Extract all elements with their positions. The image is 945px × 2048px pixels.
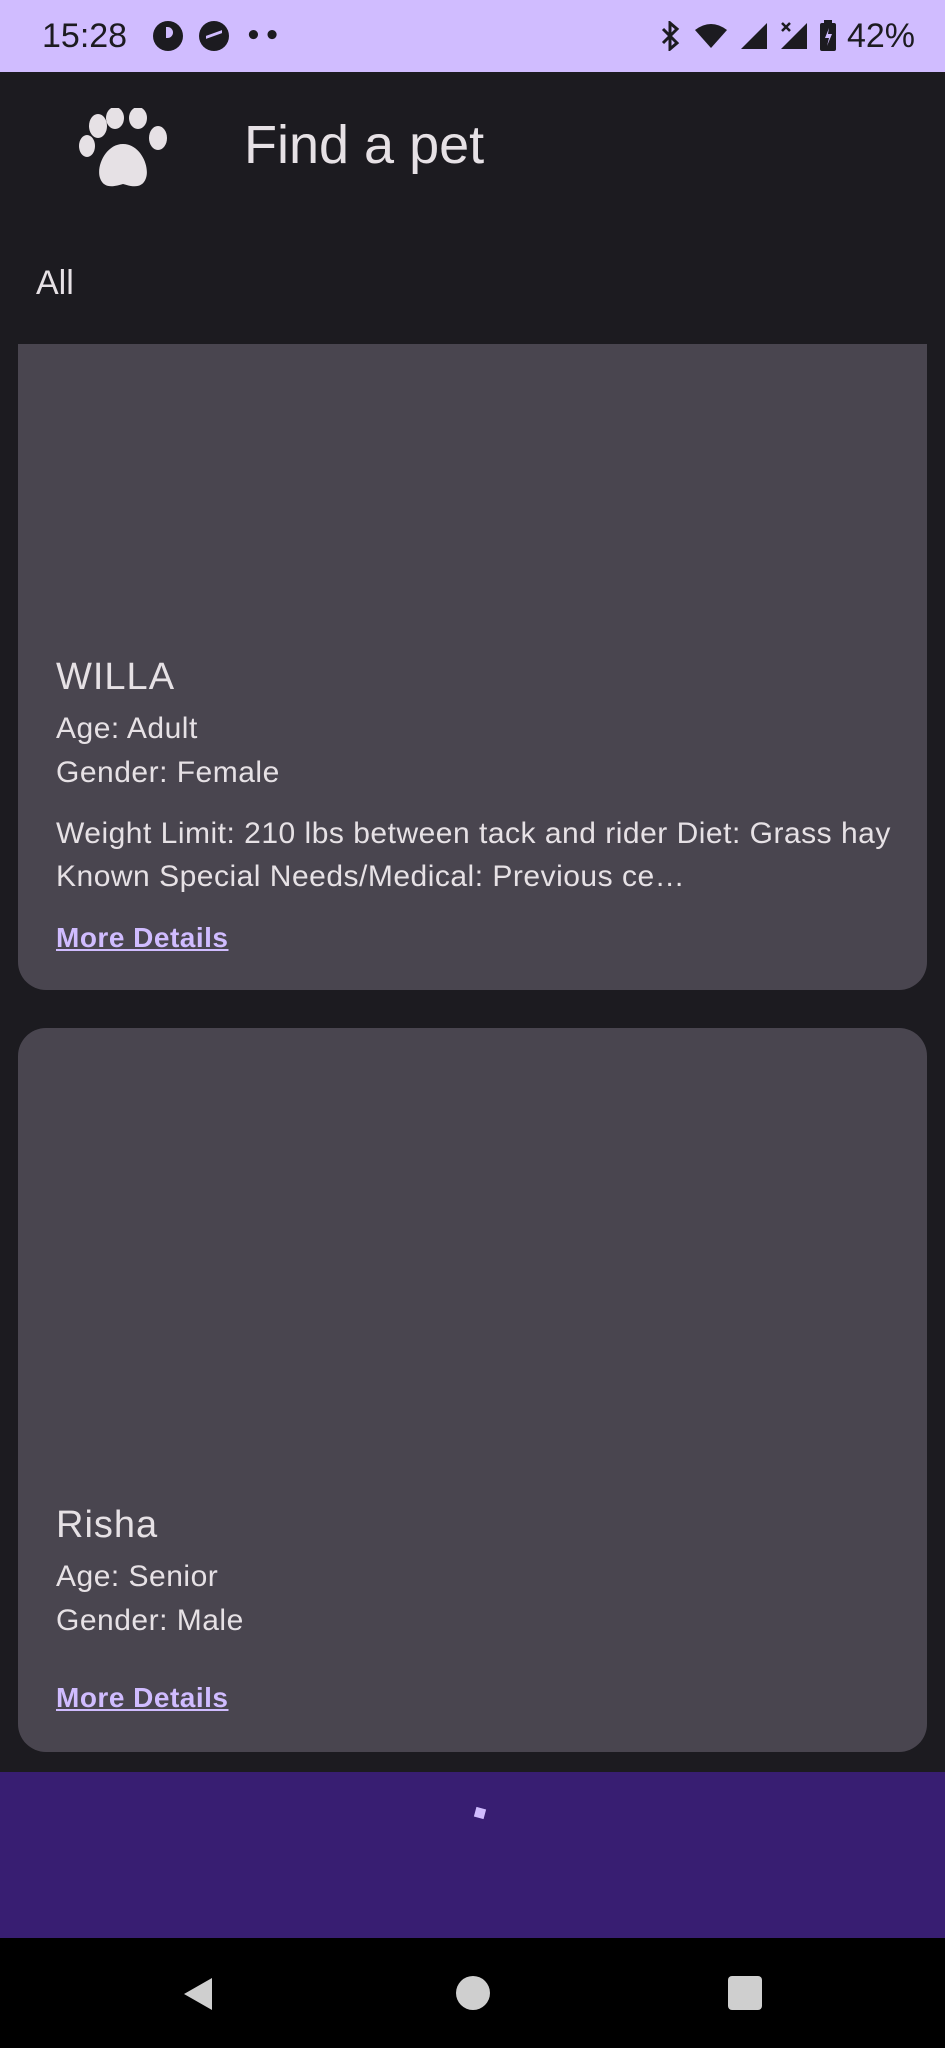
bluetooth-icon (661, 21, 680, 51)
recents-icon[interactable] (728, 1976, 762, 2010)
system-nav-bar (0, 1938, 945, 2048)
page-title: Find a pet (244, 115, 485, 175)
notification-icons: •• (153, 21, 282, 51)
app-bar: Find a pet (0, 72, 945, 228)
more-details-link[interactable]: More Details (56, 1682, 229, 1714)
filter-all[interactable]: All (36, 264, 74, 303)
system-icons: 42% (659, 17, 915, 56)
back-icon[interactable] (180, 1976, 216, 2012)
pet-card[interactable]: WILLA Age: Adult Gender: Female Weight L… (18, 344, 927, 990)
pet-name: WILLA (56, 656, 176, 698)
pet-gender: Gender: Female (56, 756, 280, 789)
home-icon[interactable] (456, 1976, 490, 2010)
pet-card[interactable]: Risha Age: Senior Gender: Male More Deta… (18, 1028, 927, 1752)
filter-row: All (0, 228, 945, 344)
signal-icon (740, 23, 767, 49)
signal-no-data-icon (780, 22, 807, 49)
more-notifications-icon: •• (245, 21, 283, 51)
messenger-icon (199, 21, 230, 51)
pet-description: Weight Limit: 210 lbs between tack and r… (56, 817, 891, 893)
battery-percent: 42% (846, 16, 915, 55)
status-time: 15:28 (42, 16, 128, 55)
pet-gender: Gender: Male (56, 1604, 244, 1637)
paw-icon (79, 108, 167, 187)
loading-indicator-icon (473, 1806, 487, 1820)
pet-age: Age: Adult (56, 712, 198, 745)
battery-icon (819, 20, 836, 51)
bottom-bar (0, 1772, 945, 1938)
pet-age: Age: Senior (56, 1560, 219, 1593)
pet-name: Risha (56, 1504, 159, 1546)
status-bar: 15:28 •• 42% (0, 0, 945, 72)
more-details-link[interactable]: More Details (56, 922, 229, 954)
p-app-icon (153, 21, 184, 51)
wifi-icon (694, 24, 727, 48)
